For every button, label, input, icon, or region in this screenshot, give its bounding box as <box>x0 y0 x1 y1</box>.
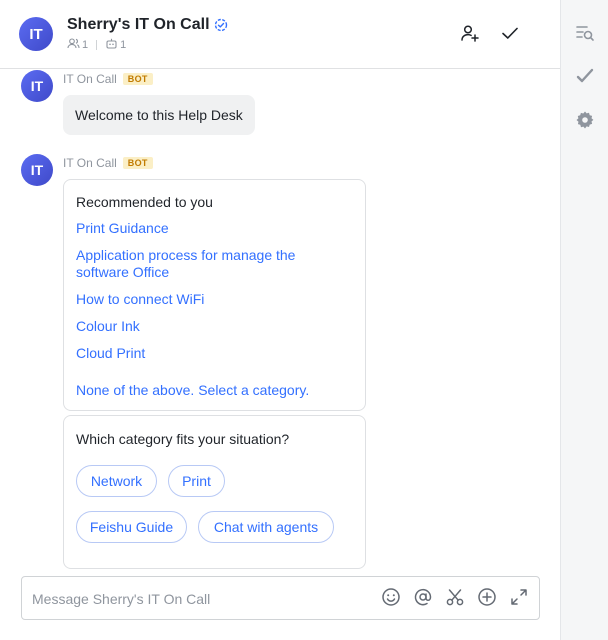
chat-header: IT Sherry's IT On Call 1 1 <box>0 0 560 69</box>
plus-circle-icon <box>477 587 497 612</box>
sender-name[interactable]: IT On Call <box>63 72 117 86</box>
verified-badge-icon <box>214 18 228 32</box>
bot-avatar[interactable]: IT <box>21 154 53 186</box>
expand-composer-button[interactable] <box>508 588 530 610</box>
more-actions-button[interactable] <box>476 587 498 612</box>
recommendation-card: Recommended to you Print Guidance Applic… <box>63 179 366 411</box>
message-bubble: Welcome to this Help Desk <box>63 95 255 135</box>
right-toolbar <box>560 0 608 640</box>
category-feishu-guide-button[interactable]: Feishu Guide <box>76 511 187 543</box>
pencil-check-icon <box>575 66 595 91</box>
category-chat-agents-button[interactable]: Chat with agents <box>198 511 334 543</box>
meta-divider <box>96 40 98 50</box>
add-member-button[interactable] <box>459 24 481 46</box>
expand-icon <box>509 587 529 612</box>
checkmark-icon <box>500 23 520 48</box>
settings-gear-icon <box>575 110 595 135</box>
screenshot-button[interactable] <box>444 588 466 610</box>
recommended-link[interactable]: Application process for manage the softw… <box>76 247 346 281</box>
card-heading: Recommended to you <box>76 194 213 210</box>
category-print-button[interactable]: Print <box>168 465 225 497</box>
message-composer <box>21 576 540 620</box>
message-input[interactable] <box>32 587 362 611</box>
bot-avatar[interactable]: IT <box>21 70 53 102</box>
title-row: Sherry's IT On Call <box>67 16 228 34</box>
search-messages-button[interactable] <box>575 25 595 45</box>
bot-tag: BOT <box>122 73 153 85</box>
bot-icon <box>105 38 120 52</box>
done-button[interactable] <box>499 24 521 46</box>
tasks-button[interactable] <box>575 68 595 88</box>
chat-meta: 1 1 <box>67 38 126 52</box>
member-count[interactable]: 1 <box>82 39 88 51</box>
scissors-icon <box>445 587 465 612</box>
group-avatar[interactable]: IT <box>19 17 53 51</box>
message-sender: IT On Call BOT <box>63 72 153 86</box>
emoji-button[interactable] <box>380 587 402 612</box>
members-icon <box>67 38 82 52</box>
add-member-icon <box>460 23 480 48</box>
chat-title[interactable]: Sherry's IT On Call <box>67 16 210 34</box>
bot-tag: BOT <box>122 157 153 169</box>
category-card: Which category fits your situation? Netw… <box>63 415 366 569</box>
recommended-link[interactable]: Print Guidance <box>76 220 346 237</box>
sender-name[interactable]: IT On Call <box>63 156 117 170</box>
category-network-button[interactable]: Network <box>76 465 157 497</box>
message-sender: IT On Call BOT <box>63 156 153 170</box>
card-heading: Which category fits your situation? <box>76 431 290 447</box>
emoji-icon <box>381 587 401 612</box>
mention-button[interactable] <box>412 588 434 610</box>
search-messages-icon <box>575 23 595 48</box>
settings-button[interactable] <box>575 110 595 135</box>
none-of-above-link[interactable]: None of the above. Select a category. <box>76 382 346 399</box>
mention-icon <box>413 587 433 612</box>
recommended-link[interactable]: How to connect WiFi <box>76 291 346 308</box>
recommended-link[interactable]: Cloud Print <box>76 345 346 362</box>
recommended-link[interactable]: Colour Ink <box>76 318 346 335</box>
bot-count[interactable]: 1 <box>120 39 126 51</box>
chat-panel: IT Sherry's IT On Call 1 1 IT IT On Call… <box>0 0 560 640</box>
